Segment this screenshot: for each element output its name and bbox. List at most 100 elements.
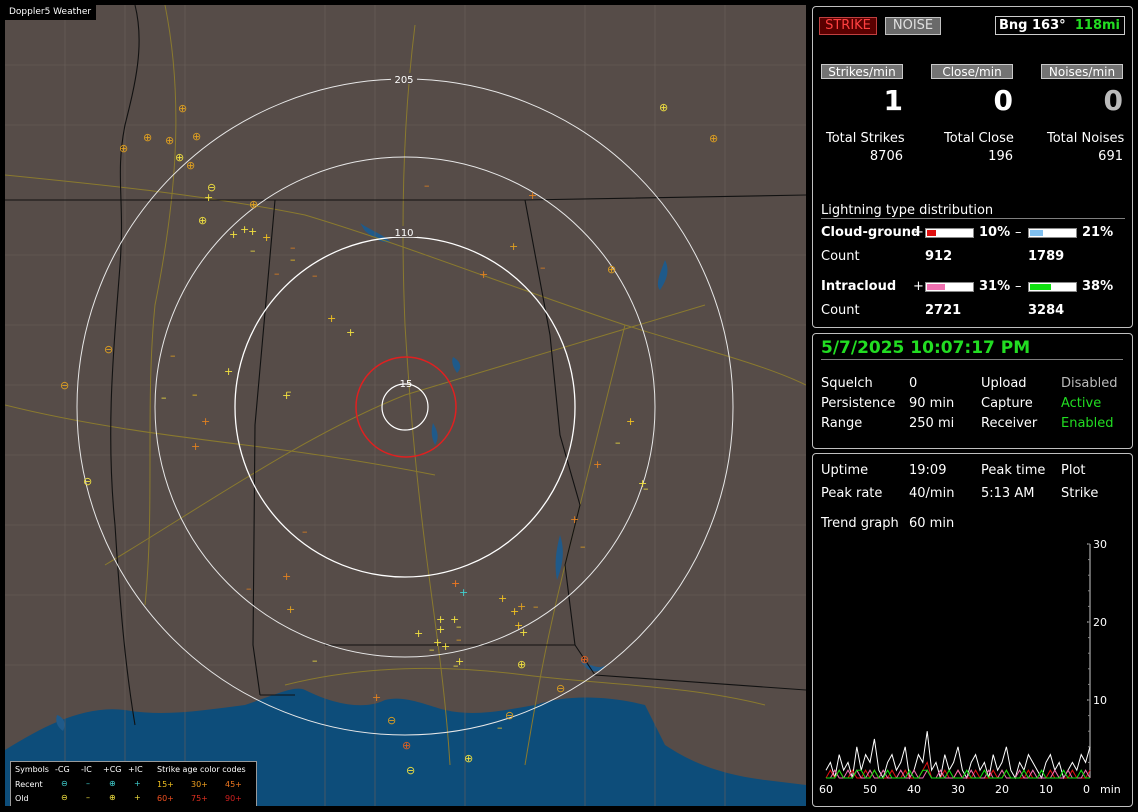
age-30: 30+ [191, 780, 208, 789]
strike-marker: + [510, 605, 519, 618]
strike-button[interactable]: STRIKE [819, 17, 877, 35]
strike-marker: + [262, 231, 271, 244]
date-time: 5/7/2025 10:07:17 PM [821, 338, 1031, 358]
bearing-readout: Bng 163° 118mi [995, 16, 1125, 35]
legend-col-pos-cg: +CG [103, 765, 122, 774]
strike-marker: + [459, 586, 468, 599]
strike-marker: ⊕ [607, 263, 616, 276]
cloud-ground-label: Cloud-ground [821, 225, 921, 240]
distribution-title: Lightning type distribution [821, 203, 994, 218]
strike-marker: – [170, 349, 176, 362]
age-45: 45+ [225, 780, 242, 789]
lake [657, 260, 668, 290]
strike-marker: + [498, 592, 507, 605]
strike-marker: + [509, 240, 518, 253]
legend-symbols-label: Symbols [15, 765, 49, 774]
legend-col-pos-ic: +IC [128, 765, 143, 774]
noises-per-min-button[interactable]: Noises/min [1041, 64, 1123, 79]
strike-marker: – [533, 600, 539, 613]
strike-marker: + [451, 577, 460, 590]
trend-graph-label: Trend graph [821, 516, 899, 531]
trend-panel: Uptime 19:09 Peak time Plot Peak rate 40… [812, 453, 1133, 807]
total-noises-value: 691 [1098, 149, 1123, 164]
close-per-min-value: 0 [993, 84, 1013, 117]
strike-marker: ⊕ [659, 101, 668, 114]
strike-marker: – [615, 436, 621, 449]
cg-minus-sign: – [1015, 225, 1022, 240]
strike-marker: – [290, 253, 296, 266]
strike-marker: – [643, 482, 649, 495]
strike-marker: ⊕ [143, 131, 152, 144]
strike-marker: – [312, 654, 318, 667]
divider [821, 359, 1123, 360]
strike-marker: – [161, 391, 167, 404]
age-90: 90+ [225, 794, 242, 803]
x-tick-label: 0 [1083, 783, 1090, 796]
noise-button[interactable]: NOISE [885, 17, 941, 35]
strike-marker: ⊖ [406, 764, 415, 777]
strike-marker: + [414, 627, 423, 640]
strike-marker: – [246, 582, 252, 595]
capture-value: Active [1061, 396, 1102, 411]
receiver-label: Receiver [981, 416, 1038, 431]
lake [452, 357, 461, 373]
strike-marker: + [201, 415, 210, 428]
trend-series-line [826, 769, 1090, 779]
recent-pos-cg-icon: ⊕ [109, 779, 116, 788]
age-15: 15+ [157, 780, 174, 789]
strike-marker: + [626, 415, 635, 428]
strike-map[interactable]: Doppler5 Weather 205 110 15 ⊕ ⊕ ⊕ ⊕ ⊕ ⊕ … [5, 5, 806, 806]
strike-marker: + [479, 268, 488, 281]
cg-count-label: Count [821, 249, 860, 264]
peak-time-value: 5:13 AM [981, 486, 1035, 501]
map-canvas: 205 110 15 ⊕⊕⊕⊕ ⊕⊕⊕⊕⊕⊖+⊕⊕++ + +– ––– ––++– ⊕++… [5, 5, 806, 806]
strike-marker: ⊕ [178, 102, 187, 115]
recent-neg-ic-icon: – [86, 779, 90, 788]
ring-label-15: 15 [400, 379, 413, 390]
close-per-min-button[interactable]: Close/min [931, 64, 1013, 79]
strike-marker: ⊕ [175, 151, 184, 164]
strike-marker: + [204, 191, 213, 204]
range-rings [76, 78, 734, 736]
counters-panel: STRIKE NOISE Bng 163° 118mi Strikes/min … [812, 6, 1133, 328]
strike-marker: + [282, 389, 291, 402]
strike-marker: – [456, 620, 462, 633]
strike-marker: + [248, 225, 257, 238]
legend-col-neg-cg: -CG [55, 765, 70, 774]
strike-marker: – [456, 633, 462, 646]
peak-rate-value: 40/min [909, 486, 955, 501]
strike-marker: + [441, 640, 450, 653]
strike-marker: ⊕ [517, 658, 526, 671]
old-neg-ic-icon: – [86, 793, 90, 802]
strike-marker: ⊖ [387, 714, 396, 727]
legend-old-label: Old [15, 794, 29, 803]
plot-value[interactable]: Strike [1061, 486, 1098, 501]
strikes-per-min-button[interactable]: Strikes/min [821, 64, 903, 79]
cg-minus-bar-fill [1030, 230, 1043, 236]
strike-marker: – [192, 388, 198, 401]
strike-marker: ⊕ [464, 752, 473, 765]
ic-minus-count: 3284 [1028, 303, 1065, 318]
upload-label: Upload [981, 376, 1027, 391]
strike-marker: – [302, 525, 308, 538]
strike-marker: + [286, 603, 295, 616]
strike-marker: + [224, 365, 233, 378]
strike-marker: + [593, 458, 602, 471]
age-60: 60+ [157, 794, 174, 803]
plot-label: Plot [1061, 463, 1086, 478]
strike-marker: ⊕ [402, 739, 411, 752]
trend-series-line [826, 769, 1091, 780]
legend-recent-label: Recent [15, 780, 43, 789]
strike-marker: – [429, 643, 435, 656]
total-close-value: 196 [988, 149, 1013, 164]
strike-marker: – [453, 659, 459, 672]
upload-value: Disabled [1061, 376, 1118, 391]
cg-plus-sign: + [913, 225, 924, 240]
range-value: 250 mi [909, 416, 955, 431]
strike-marker: + [372, 691, 381, 704]
strike-marker: ⊖ [60, 379, 69, 392]
noises-per-min-value: 0 [1103, 84, 1123, 117]
ring-label-110: 110 [394, 228, 413, 239]
total-strikes-value: 8706 [869, 149, 903, 164]
cg-plus-bar-fill [927, 230, 936, 236]
